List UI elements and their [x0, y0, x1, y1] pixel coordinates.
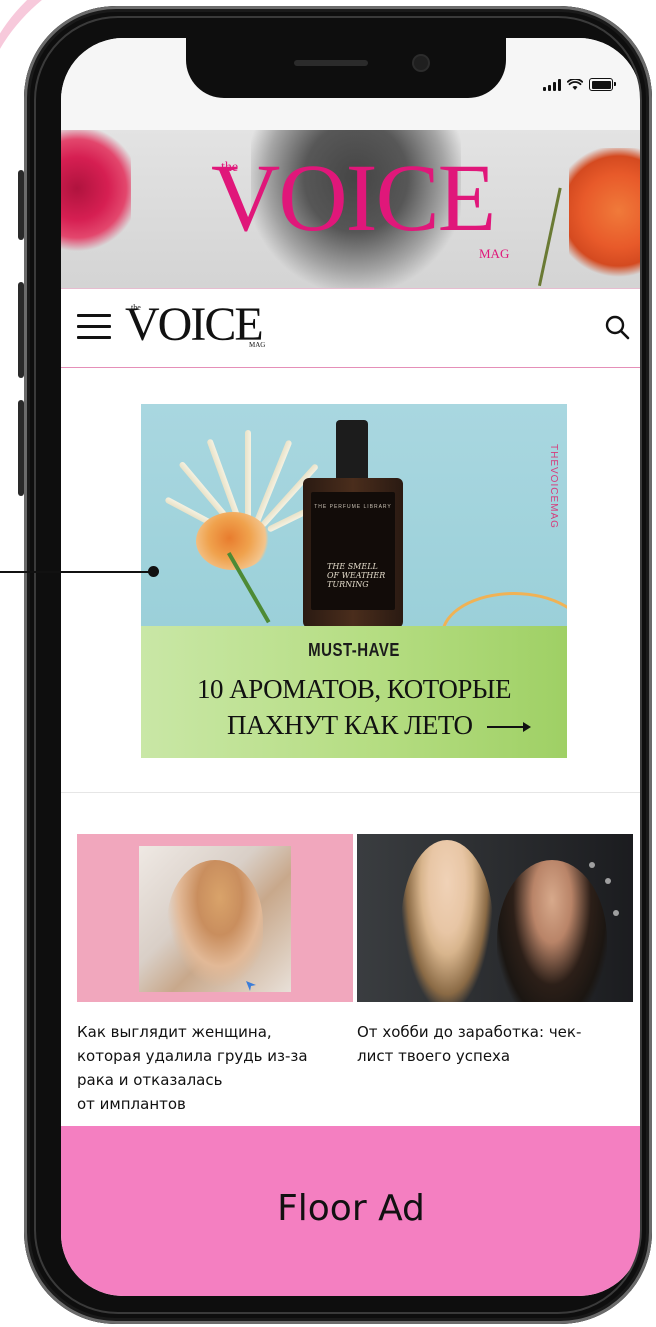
- hero-banner[interactable]: VOICE the MAG: [61, 130, 641, 288]
- section-divider: [61, 792, 641, 793]
- red-flower-image: [61, 130, 131, 260]
- search-icon[interactable]: [603, 313, 631, 341]
- hero-brand-title: VOICE: [211, 144, 496, 251]
- status-icons: [543, 78, 616, 91]
- perfume-cap: [336, 420, 368, 480]
- promo-ad-banner[interactable]: THE PERFUME LIBRARY THE SMELL OF WEATHER…: [141, 404, 567, 758]
- wifi-icon: [567, 78, 583, 90]
- promo-headline-line-1: 10 АРОМАТОВ, КОТОРЫЕ: [197, 674, 511, 704]
- phone-frame: VOICE the MAG VOICE the MAG THE PERFUME …: [24, 6, 652, 1324]
- promo-photo: THE PERFUME LIBRARY THE SMELL OF WEATHER…: [141, 404, 567, 626]
- article-title[interactable]: От хобби до заработка: чек- лист твоего …: [357, 1020, 633, 1068]
- promo-kicker: MUST-HAVE: [308, 639, 400, 662]
- site-header: VOICE the MAG: [61, 288, 641, 368]
- battery-icon: [589, 78, 616, 91]
- cursor-icon: [246, 981, 256, 991]
- presentation-stage: VOICE the MAG VOICE the MAG THE PERFUME …: [0, 0, 656, 1327]
- callout-line: [0, 571, 152, 573]
- promo-side-text: THEVOICEMAG: [548, 444, 559, 529]
- phone-screen: VOICE the MAG VOICE the MAG THE PERFUME …: [61, 38, 641, 1296]
- callout-dot: [148, 566, 159, 577]
- article-card[interactable]: Как выглядит женщина, которая удалила гр…: [77, 834, 353, 1116]
- floor-ad[interactable]: Floor Ad: [61, 1126, 641, 1296]
- status-bar: [61, 38, 641, 130]
- perfume-brand-text: THE PERFUME LIBRARY: [314, 504, 392, 510]
- woman-figure-image: [167, 860, 263, 986]
- floor-ad-label: Floor Ad: [277, 1188, 425, 1229]
- article-image[interactable]: [77, 834, 353, 1002]
- phone-notch: [186, 38, 506, 98]
- front-camera: [414, 56, 428, 70]
- perfume-label: THE PERFUME LIBRARY THE SMELL OF WEATHER…: [311, 492, 395, 610]
- hero-brand-suffix: MAG: [479, 246, 510, 261]
- hamburger-menu-icon[interactable]: [77, 314, 111, 342]
- article-card[interactable]: От хобби до заработка: чек- лист твоего …: [357, 834, 633, 1068]
- speaker-grille: [294, 60, 368, 66]
- site-logo-suffix: MAG: [249, 341, 266, 349]
- hero-brand-prefix: the: [221, 160, 239, 175]
- signal-icon: [543, 78, 561, 91]
- article-title[interactable]: Как выглядит женщина, которая удалила гр…: [77, 1020, 353, 1116]
- arrow-right-icon: [487, 722, 531, 732]
- woman-right-image: [497, 860, 607, 1002]
- orange-flower-image: [569, 148, 641, 288]
- woman-left-image: [401, 840, 493, 1002]
- site-logo[interactable]: VOICE: [125, 301, 264, 349]
- article-image[interactable]: [357, 834, 633, 1002]
- perfume-script-text: THE SMELL OF WEATHER TURNING: [327, 562, 386, 589]
- decorative-arc: [441, 592, 567, 626]
- site-logo-prefix: the: [131, 303, 141, 312]
